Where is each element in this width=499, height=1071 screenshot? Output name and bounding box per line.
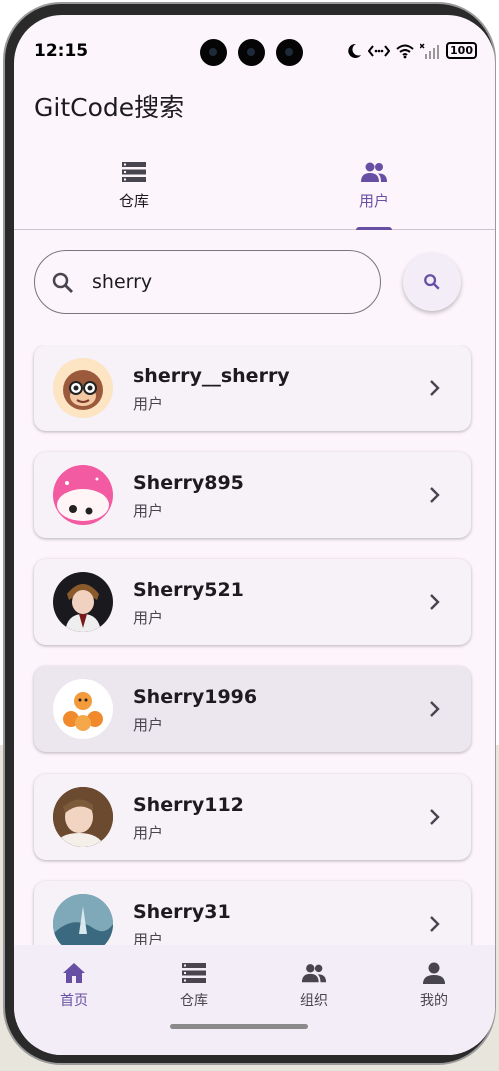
tab-indicator bbox=[356, 227, 392, 230]
nav-organizations[interactable]: 组织 bbox=[254, 960, 374, 1010]
status-icons: 100 bbox=[346, 42, 477, 59]
tab-users[interactable]: 用户 bbox=[254, 150, 494, 230]
search-input[interactable] bbox=[92, 265, 362, 299]
user-card[interactable]: Sherry521 用户 bbox=[34, 559, 471, 645]
home-indicator[interactable] bbox=[170, 1024, 308, 1029]
person-icon bbox=[423, 962, 445, 984]
wifi-icon bbox=[396, 44, 414, 58]
nav-label: 我的 bbox=[420, 993, 448, 1009]
storage-icon bbox=[122, 162, 146, 182]
user-type: 用户 bbox=[133, 395, 164, 413]
camera-icon bbox=[200, 39, 227, 66]
data-transfer-icon bbox=[368, 44, 391, 57]
search-button[interactable] bbox=[403, 253, 461, 311]
avatar bbox=[53, 358, 113, 418]
chevron-right-icon bbox=[430, 809, 440, 825]
search-icon bbox=[424, 274, 440, 290]
tab-bar: 仓库 用户 bbox=[14, 150, 495, 230]
user-name: sherry__sherry bbox=[133, 365, 290, 387]
chevron-right-icon bbox=[430, 487, 440, 503]
user-type: 用户 bbox=[133, 716, 164, 734]
storage-icon bbox=[182, 963, 206, 983]
user-type: 用户 bbox=[133, 609, 164, 627]
tab-label: 仓库 bbox=[118, 192, 149, 210]
user-list: sherry__sherry 用户 Sherry895 用户 Sherry521… bbox=[14, 345, 495, 957]
user-card[interactable]: sherry__sherry 用户 bbox=[34, 345, 471, 431]
nav-repositories[interactable]: 仓库 bbox=[134, 960, 254, 1010]
camera-icon bbox=[276, 39, 303, 66]
chevron-right-icon bbox=[430, 594, 440, 610]
search-icon bbox=[52, 272, 73, 293]
signal-icon bbox=[420, 42, 440, 59]
user-type: 用户 bbox=[133, 502, 164, 520]
phone-frame: 12:15 100 GitCode搜索 仓库 用户 sherry sherry_… bbox=[3, 2, 496, 1065]
avatar bbox=[53, 572, 113, 632]
battery-indicator: 100 bbox=[446, 42, 477, 59]
nav-home[interactable]: 首页 bbox=[14, 960, 134, 1010]
people-icon bbox=[361, 162, 387, 182]
tab-label: 用户 bbox=[358, 192, 389, 210]
user-name: Sherry112 bbox=[133, 794, 244, 816]
nav-label: 仓库 bbox=[180, 993, 208, 1009]
avatar bbox=[53, 787, 113, 847]
chevron-right-icon bbox=[430, 916, 440, 932]
moon-icon bbox=[348, 43, 362, 58]
user-name: Sherry31 bbox=[133, 901, 231, 923]
user-name: Sherry521 bbox=[133, 579, 244, 601]
camera-icon bbox=[238, 39, 265, 66]
user-card[interactable]: Sherry1996 用户 bbox=[34, 666, 471, 752]
status-bar: 12:15 100 bbox=[14, 15, 495, 75]
status-time: 12:15 bbox=[34, 41, 89, 61]
home-icon bbox=[63, 963, 85, 983]
nav-label: 首页 bbox=[60, 993, 88, 1009]
tab-repositories[interactable]: 仓库 bbox=[14, 150, 254, 229]
group-icon bbox=[301, 964, 327, 983]
chevron-right-icon bbox=[430, 380, 440, 396]
page-title: GitCode搜索 bbox=[34, 93, 185, 122]
nav-profile[interactable]: 我的 bbox=[374, 960, 494, 1010]
user-card[interactable]: Sherry112 用户 bbox=[34, 774, 471, 860]
user-name: Sherry895 bbox=[133, 472, 244, 494]
avatar bbox=[53, 679, 113, 739]
chevron-right-icon bbox=[430, 701, 440, 717]
avatar bbox=[53, 465, 113, 525]
phone-screen: 12:15 100 GitCode搜索 仓库 用户 sherry sherry_… bbox=[14, 15, 495, 1055]
user-card[interactable]: Sherry895 用户 bbox=[34, 452, 471, 538]
nav-label: 组织 bbox=[300, 993, 328, 1009]
user-name: Sherry1996 bbox=[133, 686, 258, 708]
user-type: 用户 bbox=[133, 824, 164, 842]
search-field[interactable] bbox=[34, 250, 381, 314]
bottom-navigation: 首页 仓库 组织 我的 bbox=[14, 945, 495, 1055]
